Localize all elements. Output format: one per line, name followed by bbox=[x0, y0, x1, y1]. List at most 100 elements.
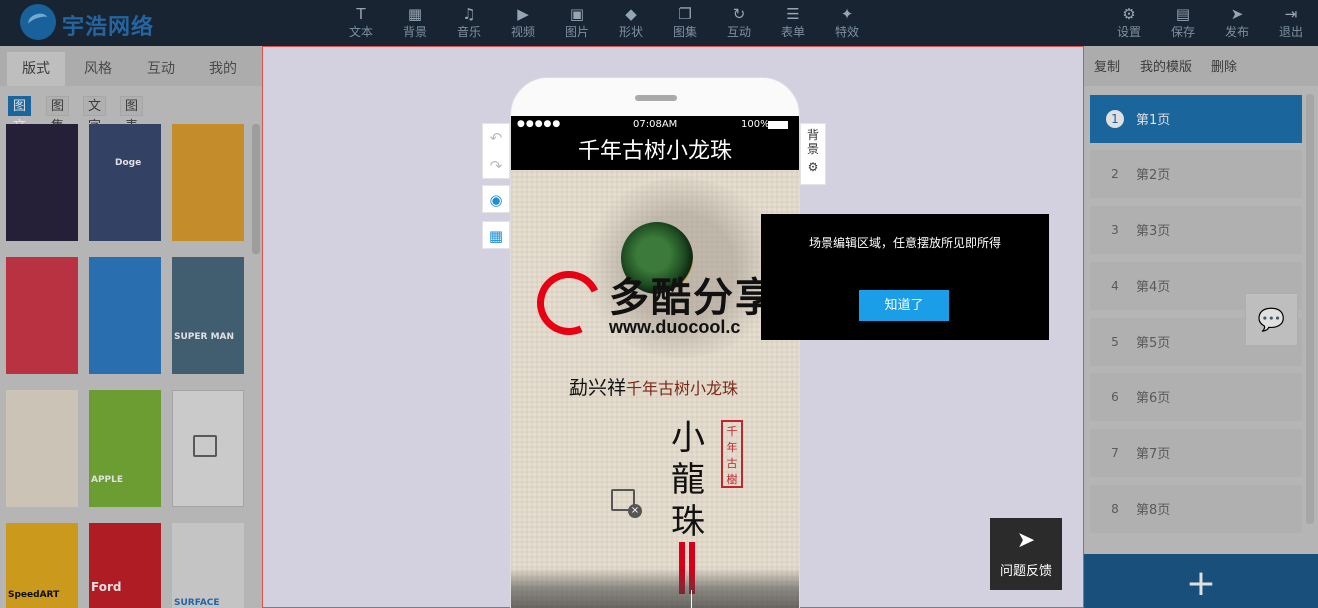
thumb-caption: SpeedART bbox=[8, 590, 60, 600]
scene-screen[interactable]: 多酷分享 www.duocool.c 勐兴祥千年古树小龙珠 小 龍 珠 千年古樹 bbox=[511, 170, 799, 608]
logo-mark-icon bbox=[20, 4, 56, 40]
page-number: 6 bbox=[1111, 390, 1119, 404]
tool-label: 图片 bbox=[564, 25, 589, 39]
tool-text-button[interactable]: T 文本 bbox=[335, 4, 387, 44]
save-button[interactable]: ▤ 保存 bbox=[1157, 4, 1209, 44]
tab-mine[interactable]: 我的 bbox=[194, 52, 252, 86]
top-toolbar: 宇浩网络 T 文本 ▦ 背景 ♫ 音乐 ▶ 视频 ▣ 图片 ◆ 形状 ❐ 图集 ↻ 互动 ☰ 表单… bbox=[0, 0, 1318, 46]
template-thumb[interactable] bbox=[172, 390, 244, 507]
tool-label: 表单 bbox=[780, 25, 805, 39]
template-thumb[interactable]: SUPER MAN bbox=[172, 257, 244, 374]
got-it-button[interactable]: 知道了 bbox=[859, 290, 949, 321]
template-thumb[interactable] bbox=[6, 390, 78, 507]
grid-icon[interactable]: ▦ bbox=[483, 222, 509, 250]
tool-label: 图集 bbox=[672, 25, 697, 39]
page-number: 2 bbox=[1111, 167, 1119, 181]
interaction-icon: ↻ bbox=[732, 5, 746, 23]
text-icon: T bbox=[356, 5, 366, 23]
eye-icon[interactable]: ◉ bbox=[483, 186, 509, 214]
settings-icon: ⚙ bbox=[1122, 5, 1136, 23]
tool-effect-button[interactable]: ✦ 特效 bbox=[821, 4, 873, 44]
scrollbar[interactable] bbox=[1306, 94, 1314, 524]
phone-status-bar: ●●●●● 07:08AM 100% bbox=[511, 116, 799, 133]
tool-shape-button[interactable]: ◆ 形状 bbox=[605, 4, 657, 44]
add-page-button[interactable]: + bbox=[1084, 554, 1318, 608]
tab-interaction[interactable]: 互动 bbox=[132, 52, 190, 86]
page-number: 3 bbox=[1111, 223, 1119, 237]
tool-background-button[interactable]: ▦ 背景 bbox=[389, 4, 441, 44]
tool-interaction-button[interactable]: ↻ 互动 bbox=[713, 4, 765, 44]
tool-gallery-button[interactable]: ❐ 图集 bbox=[659, 4, 711, 44]
battery-level: 100% bbox=[741, 119, 770, 130]
undo-icon[interactable]: ↶ bbox=[483, 124, 509, 152]
my-templates-button[interactable]: 我的模版 bbox=[1140, 56, 1192, 75]
background-settings-button[interactable]: 背景 ⚙ bbox=[800, 123, 826, 185]
feedback-button[interactable]: ➤ 问题反馈 bbox=[990, 518, 1062, 590]
template-thumb[interactable] bbox=[6, 257, 78, 374]
template-thumb[interactable] bbox=[89, 257, 161, 374]
page-label: 第3页 bbox=[1136, 224, 1171, 239]
author-line[interactable]: 勐兴祥千年古树小龙珠 bbox=[569, 373, 738, 400]
page-item[interactable]: 2 第2页 bbox=[1090, 150, 1302, 198]
template-thumb[interactable]: Ford bbox=[89, 523, 161, 608]
form-icon: ☰ bbox=[786, 5, 800, 23]
background-label: 背景 bbox=[807, 128, 820, 156]
page-title: 千年古树小龙珠 bbox=[511, 133, 799, 170]
scrollbar[interactable] bbox=[252, 124, 260, 254]
preview-group: ◉ bbox=[482, 185, 510, 213]
center-guide bbox=[691, 590, 692, 608]
tab-layout[interactable]: 版式 bbox=[7, 52, 65, 86]
status-time: 07:08AM bbox=[633, 119, 678, 130]
template-thumb[interactable] bbox=[172, 124, 244, 241]
brand-watermark[interactable]: 多酷分享 www.duocool.c bbox=[527, 261, 797, 345]
tooltip-message: 场景编辑区域，任意摆放所见即所得 bbox=[808, 236, 1001, 250]
page-item[interactable]: 7 第7页 bbox=[1090, 429, 1302, 477]
tab-style[interactable]: 风格 bbox=[69, 52, 127, 86]
video-icon: ▶ bbox=[517, 5, 529, 23]
brand-logo: 宇浩网络 bbox=[20, 4, 170, 40]
subtab-chart[interactable]: 图表 bbox=[120, 96, 144, 134]
subtab-gallery[interactable]: 图集 bbox=[46, 96, 70, 134]
image-placeholder-icon bbox=[193, 435, 217, 457]
gallery-icon: ❐ bbox=[678, 5, 692, 23]
background-icon: ▦ bbox=[407, 5, 423, 23]
tool-video-button[interactable]: ▶ 视频 bbox=[497, 4, 549, 44]
subtab-image-text[interactable]: 图文 bbox=[8, 96, 32, 134]
page-label: 第2页 bbox=[1136, 168, 1171, 183]
page-item[interactable]: 8 第8页 bbox=[1090, 485, 1302, 533]
chat-icon[interactable]: 💬 bbox=[1245, 293, 1298, 346]
vertical-title[interactable]: 小 龍 珠 bbox=[671, 417, 711, 543]
template-panel: 版式 风格 互动 我的 图文 图集 文字 图表 Doge SUPER MAN A… bbox=[0, 46, 262, 608]
gear-icon: ⚙ bbox=[807, 160, 819, 174]
page-item[interactable]: 1 第1页 bbox=[1090, 95, 1302, 143]
page-label: 第1页 bbox=[1136, 113, 1171, 128]
template-thumb[interactable] bbox=[6, 124, 78, 241]
subtab-text[interactable]: 文字 bbox=[83, 96, 107, 134]
page-item[interactable]: 6 第6页 bbox=[1090, 373, 1302, 421]
tool-music-button[interactable]: ♫ 音乐 bbox=[443, 4, 495, 44]
tool-label: 音乐 bbox=[456, 25, 481, 39]
redo-icon[interactable]: ↷ bbox=[483, 152, 509, 180]
page-number: 8 bbox=[1111, 502, 1119, 516]
paper-plane-icon: ➤ bbox=[1016, 528, 1036, 553]
template-thumb[interactable]: Doge bbox=[89, 124, 161, 241]
tool-form-button[interactable]: ☰ 表单 bbox=[767, 4, 819, 44]
exit-icon: ⇥ bbox=[1284, 5, 1298, 23]
copy-page-button[interactable]: 复制 bbox=[1094, 56, 1120, 75]
tool-image-button[interactable]: ▣ 图片 bbox=[551, 4, 603, 44]
tool-label: 背景 bbox=[402, 25, 427, 39]
template-thumb[interactable]: SURFACE bbox=[172, 523, 244, 608]
settings-button[interactable]: ⚙ 设置 bbox=[1103, 4, 1155, 44]
delete-page-button[interactable]: 删除 bbox=[1211, 56, 1237, 75]
exit-button[interactable]: ⇥ 退出 bbox=[1265, 4, 1317, 44]
publish-button[interactable]: ➤ 发布 bbox=[1211, 4, 1263, 44]
author-product: 千年古树小龙珠 bbox=[626, 379, 739, 398]
image-placeholder-icon[interactable] bbox=[611, 489, 642, 518]
save-icon: ▤ bbox=[1175, 5, 1191, 23]
page-item[interactable]: 3 第3页 bbox=[1090, 206, 1302, 254]
template-thumb[interactable]: APPLE bbox=[89, 390, 161, 507]
editor-canvas[interactable]: ●●●●● 07:08AM 100% 千年古树小龙珠 多酷分享 www.duoc… bbox=[262, 46, 1084, 608]
author-name: 勐兴祥 bbox=[569, 377, 627, 399]
thumb-caption: Doge bbox=[115, 158, 142, 168]
template-thumb[interactable]: SpeedART bbox=[6, 523, 78, 608]
